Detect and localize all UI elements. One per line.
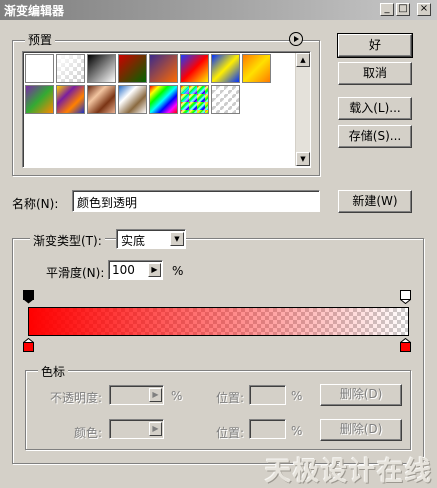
opacity-slider-arrow[interactable]: ▶ <box>149 388 162 402</box>
chevron-down-icon[interactable]: ▼ <box>170 232 184 246</box>
minimize-button[interactable]: _ <box>380 3 394 16</box>
opacity-location-label: 位置: <box>216 391 245 405</box>
opacity-stop-start[interactable] <box>23 290 34 304</box>
preset-swatch-violet-orange[interactable] <box>149 54 178 83</box>
preset-swatch-blue-red-yellow[interactable] <box>180 54 209 83</box>
opacity-location-input[interactable] <box>249 385 286 405</box>
opacity-input[interactable]: ▶ <box>109 385 164 405</box>
close-icon: × <box>419 3 429 14</box>
presets-menu-button[interactable] <box>289 32 303 46</box>
load-button[interactable]: 载入(L)... <box>338 97 412 120</box>
smoothness-slider-arrow[interactable]: ▶ <box>148 263 161 277</box>
color-swatch-input[interactable]: ▶ <box>109 419 164 439</box>
preset-swatch-blue-yellow-blue[interactable] <box>211 54 240 83</box>
presets-scrollbar[interactable]: ▲ ▼ <box>295 53 310 166</box>
smoothness-value: 100 <box>112 263 135 277</box>
preset-swatch-black-white[interactable] <box>87 54 116 83</box>
new-button[interactable]: 新建(W) <box>338 190 412 213</box>
name-input[interactable]: 颜色到透明 <box>72 190 320 212</box>
preset-swatch-spectrum[interactable] <box>149 85 178 114</box>
color-location-label: 位置: <box>216 426 245 440</box>
preset-swatch-chrome[interactable] <box>118 85 147 114</box>
preset-swatch-yellow-violet-orange-blue[interactable] <box>56 85 85 114</box>
preset-swatch-copper[interactable] <box>87 85 116 114</box>
scroll-up-arrow[interactable]: ▲ <box>296 53 310 67</box>
opacity-location-unit: % <box>291 389 303 403</box>
delete-opacity-stop-button[interactable]: 删除(D) <box>320 384 402 406</box>
color-stop-end[interactable] <box>400 338 411 352</box>
opacity-label: 不透明度: <box>50 391 103 405</box>
maximize-icon: □ <box>398 3 408 14</box>
color-location-unit: % <box>291 424 303 438</box>
name-label: 名称(N): <box>12 197 59 211</box>
minimize-icon: _ <box>384 3 390 14</box>
name-input-value: 颜色到透明 <box>77 196 138 210</box>
save-button[interactable]: 存储(S)... <box>338 125 412 148</box>
preset-swatch-transparent-stripes[interactable] <box>211 85 240 114</box>
close-button[interactable]: × <box>417 3 431 16</box>
cancel-button[interactable]: 取消 <box>338 62 412 85</box>
title-bar[interactable]: 渐变编辑器 _ □ × <box>0 0 437 20</box>
smoothness-label: 平滑度(N): <box>46 266 105 280</box>
maximize-button[interactable]: □ <box>396 3 410 16</box>
presets-list[interactable]: ▲ ▼ <box>22 51 311 168</box>
swatch-grid <box>25 54 295 165</box>
presets-label: 预置 <box>25 31 56 48</box>
color-stop-start[interactable] <box>23 338 34 352</box>
preset-swatch-orange-yellow-orange[interactable] <box>242 54 271 83</box>
gradient-preview-bar[interactable] <box>28 307 409 336</box>
gradient-type-select[interactable]: 实底 ▼ <box>116 229 186 249</box>
opacity-stop-end[interactable] <box>400 290 411 304</box>
watermark-text: 天极设计在线 <box>264 457 433 487</box>
scroll-down-arrow[interactable]: ▼ <box>296 152 310 166</box>
gradient-type-label: 渐变类型(T): <box>30 232 105 249</box>
preset-swatch-red-green[interactable] <box>118 54 147 83</box>
color-location-input[interactable] <box>249 419 286 439</box>
ok-button[interactable]: 好 <box>337 33 413 58</box>
preset-swatch-foreground-to-transparent[interactable] <box>56 54 85 83</box>
preset-swatch-violet-green-orange[interactable] <box>25 85 54 114</box>
color-picker-arrow[interactable]: ▶ <box>149 422 162 436</box>
opacity-unit: % <box>171 389 183 403</box>
window-title: 渐变编辑器 <box>4 4 65 18</box>
preset-swatch-transparent-rainbow[interactable] <box>180 85 209 114</box>
delete-color-stop-button[interactable]: 删除(D) <box>320 419 402 441</box>
stops-label: 色标 <box>38 363 69 380</box>
color-label: 颜色: <box>74 426 103 440</box>
smoothness-input[interactable]: 100 ▶ <box>108 260 163 280</box>
circle-arrow-right-icon <box>294 36 299 42</box>
gradient-type-value: 实底 <box>121 234 146 248</box>
preset-swatch-foreground-to-background[interactable] <box>25 54 54 83</box>
smoothness-unit: % <box>172 264 184 278</box>
